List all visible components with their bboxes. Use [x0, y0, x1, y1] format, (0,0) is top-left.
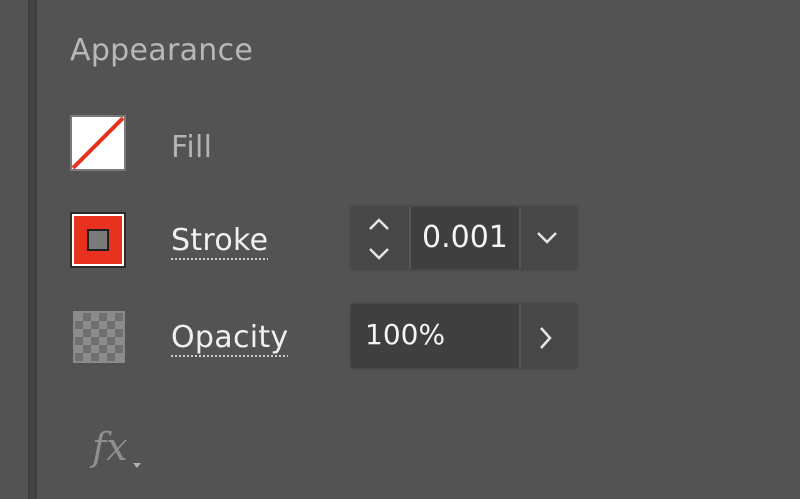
stroke-swatch[interactable] [70, 212, 126, 268]
stroke-weight-control: 0.001 [349, 205, 579, 271]
opacity-input[interactable]: 100% [351, 304, 519, 368]
opacity-slider-button[interactable] [519, 304, 577, 368]
fill-swatch[interactable] [70, 115, 126, 171]
appearance-panel: Appearance Fill Stroke 0.001 Opacity 100… [37, 0, 800, 499]
stroke-swatch-ring [72, 214, 124, 266]
stroke-swatch-inner [87, 229, 109, 251]
panel-divider[interactable] [28, 0, 37, 499]
stroke-weight-input[interactable]: 0.001 [411, 207, 519, 269]
stroke-weight-dropdown-button[interactable] [519, 207, 577, 269]
chevron-down-icon [537, 232, 557, 244]
opacity-label[interactable]: Opacity [171, 320, 289, 355]
stroke-label[interactable]: Stroke [171, 223, 268, 258]
fx-effects-button[interactable]: fx [92, 425, 128, 469]
opacity-checker-icon[interactable] [73, 311, 125, 363]
opacity-control: 100% [349, 302, 579, 370]
chevron-right-icon [540, 327, 552, 349]
chevron-down-icon[interactable] [368, 247, 390, 261]
fill-label: Fill [171, 130, 213, 165]
left-gutter [0, 0, 28, 499]
section-title: Appearance [70, 33, 254, 68]
stroke-weight-spinner[interactable] [351, 207, 411, 269]
chevron-up-icon[interactable] [368, 217, 390, 231]
fx-dropdown-caret-icon [133, 463, 141, 468]
fill-none-slash-icon [71, 116, 125, 170]
